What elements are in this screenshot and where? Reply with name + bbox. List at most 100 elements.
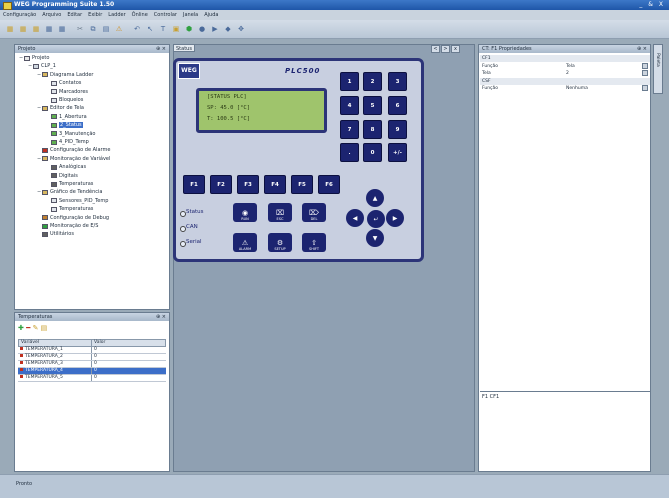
save-icon[interactable]: ▦ [31, 24, 41, 34]
value-cell[interactable]: 0 [92, 375, 166, 381]
function-key-f4[interactable]: F4 [264, 175, 286, 194]
menu--nline[interactable]: Ônline [129, 10, 151, 18]
new-icon[interactable]: ▦ [5, 24, 15, 34]
collapse-icon[interactable]: − [37, 105, 41, 111]
table-row[interactable]: TEMPERATURA_2 0 [18, 354, 166, 361]
copy-icon[interactable]: ⧉ [88, 24, 98, 34]
setup-button[interactable]: ⚙ SETUP [268, 233, 292, 252]
remove-icon[interactable]: ━ [26, 324, 30, 332]
close-icon[interactable]: x [451, 45, 460, 53]
keypad-key-1[interactable]: 1 [340, 72, 359, 91]
pin-icon[interactable]: ⊕ × [637, 45, 647, 53]
tree-item[interactable]: Monitoração de E/S [37, 223, 98, 229]
settings-icon[interactable]: ✥ [236, 24, 246, 34]
property-value[interactable]: Nenhuma [566, 85, 588, 92]
property-value[interactable]: Tela [566, 63, 575, 70]
property-dropdown-icon[interactable] [642, 85, 648, 91]
property-row[interactable]: Tela 2 [480, 70, 650, 77]
tree-item[interactable]: Analógicas [46, 164, 86, 170]
keypad-key-2[interactable]: 2 [363, 72, 382, 91]
value-cell[interactable]: 0 [92, 354, 166, 360]
property-row[interactable]: Função Nenhuma [480, 85, 650, 92]
keypad-key-8[interactable]: 8 [363, 120, 382, 139]
function-key-f3[interactable]: F3 [237, 175, 259, 194]
tree-item[interactable]: Bloqueios [46, 97, 83, 103]
keypad-key-sign[interactable]: +/- [388, 143, 407, 162]
keypad-key-4[interactable]: 4 [340, 96, 359, 115]
keypad-key-dot[interactable]: . [340, 143, 359, 162]
tree-item[interactable]: 4_PID_Temp [46, 139, 89, 145]
column-header-value[interactable]: Valor [92, 340, 165, 346]
arrow-right-button[interactable]: ▶ [386, 209, 404, 227]
stop-icon[interactable]: ◆ [223, 24, 233, 34]
menu-ajuda[interactable]: Ajuda [201, 10, 221, 18]
value-cell[interactable]: 0 [92, 361, 166, 367]
tree-item[interactable]: − Projeto [19, 55, 49, 61]
image-icon[interactable]: ▣ [171, 24, 181, 34]
window-controls[interactable]: _ & X [639, 1, 665, 8]
tree-item[interactable]: Marcadores [46, 89, 88, 95]
tree-item[interactable]: − CLP_1 [28, 63, 56, 69]
tree-item[interactable]: Configuração de Alarme [37, 147, 110, 153]
function-key-f5[interactable]: F5 [291, 175, 313, 194]
tree-item[interactable]: Digitais [46, 173, 78, 179]
run-icon[interactable]: ▶ [210, 24, 220, 34]
tree-item[interactable]: − Diagrama Ladder [37, 72, 93, 78]
menu-janela[interactable]: Janela [180, 10, 201, 18]
arrow-left-button[interactable]: ◀ [346, 209, 364, 227]
arrow-down-button[interactable]: ▼ [366, 229, 384, 247]
record-icon[interactable]: ● [197, 24, 207, 34]
function-key-f6[interactable]: F6 [318, 175, 340, 194]
text-icon[interactable]: T [158, 24, 168, 34]
paste-icon[interactable]: ▤ [101, 24, 111, 34]
tree-item[interactable]: 3_Manutenção [46, 131, 95, 137]
print-icon[interactable]: ▦ [44, 24, 54, 34]
network-icon[interactable]: ▦ [57, 24, 67, 34]
scroll-right-icon[interactable]: > [441, 45, 450, 53]
menu-arquivo[interactable]: Arquivo [39, 10, 64, 18]
arrow-enter-button[interactable]: ↵ [366, 209, 386, 229]
del-button[interactable]: ⌦ DEL [302, 203, 326, 222]
value-cell[interactable]: 0 [92, 368, 166, 374]
scroll-left-icon[interactable]: < [431, 45, 440, 53]
keypad-key-7[interactable]: 7 [340, 120, 359, 139]
tree-item[interactable]: Sensores_PID_Temp [46, 198, 108, 204]
pin-icon[interactable]: ⊕ × [156, 45, 166, 53]
tree-item[interactable]: Contatos [46, 80, 81, 86]
collapse-icon[interactable]: − [37, 72, 41, 78]
download-icon[interactable]: ⬢ [184, 24, 194, 34]
property-dropdown-icon[interactable] [642, 62, 648, 69]
run-button[interactable]: ◉ RUN [233, 203, 257, 222]
collapse-icon[interactable]: − [28, 63, 32, 69]
property-value[interactable]: 2 [566, 70, 569, 77]
function-key-f2[interactable]: F2 [210, 175, 232, 194]
function-key-f1[interactable]: F1 [183, 175, 205, 194]
tree-item[interactable]: 1_Abertura [46, 114, 87, 120]
collapse-icon[interactable]: − [37, 189, 41, 195]
property-dropdown-icon[interactable] [642, 70, 648, 76]
cut-icon[interactable]: ✂ [75, 24, 85, 34]
table-row[interactable]: TEMPERATURA_1 0 [18, 347, 166, 354]
menu-editar[interactable]: Editar [64, 10, 85, 18]
tree-item[interactable]: − Gráfico de Tendência [37, 189, 102, 195]
warning-icon[interactable]: ⚠ [114, 24, 124, 34]
tree-item[interactable]: 2_Status [46, 122, 83, 129]
pin-icon[interactable]: ⊕ × [156, 313, 166, 321]
keypad-key-6[interactable]: 6 [388, 96, 407, 115]
keypad-key-0[interactable]: 0 [363, 143, 382, 162]
column-header-variable[interactable]: Variável [19, 340, 92, 346]
pointer-icon[interactable]: ↖ [145, 24, 155, 34]
menu-ladder[interactable]: Ladder [105, 10, 128, 18]
arrow-up-button[interactable]: ▲ [366, 189, 384, 207]
add-icon[interactable]: ✚ [18, 324, 24, 332]
keypad-key-3[interactable]: 3 [388, 72, 407, 91]
tree-item[interactable]: − Monitoração de Variável [37, 156, 110, 162]
tree-item[interactable]: Temperaturas [46, 206, 93, 212]
tree-item[interactable]: Temperaturas [46, 181, 93, 187]
document-tab[interactable]: Status [173, 44, 195, 52]
tree-item[interactable]: Utilitários [37, 231, 74, 237]
table-row[interactable]: TEMPERATURA_5 0 [18, 375, 166, 382]
keypad-key-9[interactable]: 9 [388, 120, 407, 139]
esc-button[interactable]: ⌧ ESC [268, 203, 292, 222]
menu-configura-o[interactable]: Configuração [0, 10, 39, 18]
